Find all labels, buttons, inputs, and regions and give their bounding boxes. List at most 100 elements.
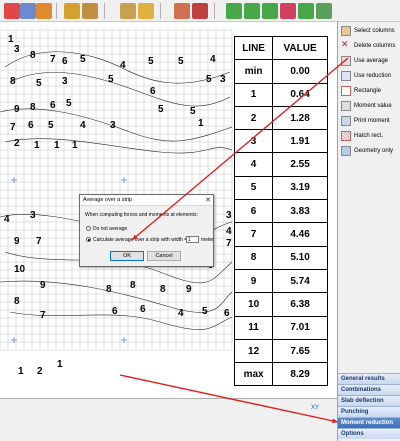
- svg-text:5: 5: [202, 306, 208, 317]
- use-average-label: Use average: [354, 58, 389, 64]
- hatch-rect-button[interactable]: Hatch rect.: [340, 129, 400, 143]
- moment-value-icon: [341, 101, 351, 111]
- slab-icon[interactable]: [174, 3, 190, 19]
- print-moment-button[interactable]: Print moment: [340, 114, 400, 128]
- svg-text:3: 3: [62, 76, 68, 87]
- rectangle-icon: [341, 86, 351, 96]
- zoom-prev-icon[interactable]: [298, 3, 314, 19]
- zoom-window-icon[interactable]: [280, 3, 296, 19]
- value-cell: 8.29: [272, 362, 328, 387]
- svg-text:6: 6: [140, 304, 146, 315]
- svg-text:6: 6: [28, 120, 34, 131]
- geometry-only-icon: [341, 146, 351, 156]
- svg-text:5: 5: [66, 98, 72, 109]
- select-columns-label: Select columns: [354, 28, 395, 34]
- svg-text:5: 5: [108, 74, 114, 85]
- svg-text:4: 4: [120, 60, 126, 71]
- moment-value-button[interactable]: Moment value: [340, 99, 400, 113]
- axis-icon[interactable]: [120, 3, 136, 19]
- svg-text:5: 5: [158, 104, 164, 115]
- hatch-rect-label: Hatch rect.: [354, 133, 384, 139]
- hatch-rect-icon: [341, 131, 351, 141]
- svg-text:8: 8: [10, 76, 16, 87]
- svg-text:1: 1: [34, 140, 40, 151]
- grid-icon[interactable]: [4, 3, 20, 19]
- rectangle-button[interactable]: Rectangle: [340, 84, 400, 98]
- svg-text:3: 3: [226, 210, 232, 221]
- rectangle-label: Rectangle: [354, 88, 382, 94]
- svg-text:1: 1: [72, 140, 78, 151]
- use-average-button[interactable]: Use average: [340, 54, 400, 68]
- funnel-icon[interactable]: [82, 3, 98, 19]
- svg-text:4: 4: [226, 226, 232, 237]
- value-header: VALUE: [272, 35, 328, 61]
- value-cell: 6.38: [272, 292, 328, 317]
- svg-text:8: 8: [14, 296, 20, 307]
- svg-text:3: 3: [14, 44, 20, 55]
- wall-icon[interactable]: [192, 3, 208, 19]
- svg-text:1: 1: [54, 140, 60, 151]
- table-row: 7 4.46: [233, 222, 328, 247]
- value-cell: 4.46: [272, 222, 328, 247]
- svg-text:6: 6: [62, 56, 68, 67]
- select-columns-button[interactable]: Select columns: [340, 24, 400, 38]
- ok-button[interactable]: OK: [110, 251, 144, 261]
- box-icon[interactable]: [36, 3, 52, 19]
- node-icon[interactable]: [20, 3, 36, 19]
- zoom-out-icon[interactable]: [244, 3, 260, 19]
- calc-average-label: Calculate average over a strip with widt…: [93, 237, 188, 243]
- line-cell: 6: [233, 199, 274, 224]
- section-options[interactable]: Options: [338, 428, 400, 439]
- close-icon[interactable]: ✕: [205, 195, 211, 206]
- calc-average-radio[interactable]: [86, 237, 91, 242]
- command-panel: Select columns ✕ Delete columns Use avera…: [337, 22, 400, 441]
- contour-lines: [0, 51, 233, 330]
- svg-text:7: 7: [50, 54, 56, 65]
- line-cell: 3: [233, 129, 274, 154]
- table-row: 10 6.38: [233, 292, 328, 317]
- zoom-in-icon[interactable]: [226, 3, 242, 19]
- no-average-radio[interactable]: [86, 226, 91, 231]
- dialog-description: When computing forces and moments at ele…: [85, 212, 198, 218]
- svg-text:8: 8: [30, 102, 36, 113]
- line-cell: 9: [233, 268, 274, 294]
- strip-width-input[interactable]: 1: [186, 236, 199, 243]
- value-cell: 0.00: [272, 59, 328, 84]
- svg-text:10: 10: [14, 264, 26, 275]
- svg-text:5: 5: [48, 120, 54, 131]
- section-combinations[interactable]: Combinations: [338, 384, 400, 395]
- section-general-results[interactable]: General results: [338, 373, 400, 384]
- section-moment-reduction[interactable]: Moment reduction: [338, 417, 400, 428]
- use-reduction-button[interactable]: Use reduction: [340, 69, 400, 83]
- layers-icon[interactable]: [316, 3, 332, 19]
- bottom-label: 1: [57, 359, 63, 370]
- geometry-only-button[interactable]: Geometry only: [340, 144, 400, 158]
- pipe-icon[interactable]: [64, 3, 80, 19]
- cancel-button[interactable]: Cancel: [147, 251, 181, 261]
- svg-text:1: 1: [198, 118, 204, 129]
- line-cell: 4: [233, 152, 274, 177]
- unit-label: meter: [201, 237, 214, 243]
- bottom-label: 1: [18, 366, 24, 377]
- value-cell: 3.83: [272, 199, 328, 224]
- delete-columns-button[interactable]: ✕ Delete columns: [340, 39, 400, 53]
- geometry-only-label: Geometry only: [354, 148, 394, 154]
- section-slab-deflection[interactable]: Slab deflection: [338, 395, 400, 406]
- value-cell: 1.28: [272, 105, 328, 131]
- table-row: max 8.29: [233, 362, 328, 387]
- svg-text:6: 6: [50, 100, 56, 111]
- table-row: 5 3.19: [233, 175, 328, 201]
- print-moment-label: Print moment: [354, 118, 390, 124]
- section-punching[interactable]: Punching: [338, 406, 400, 417]
- value-cell: 1.91: [272, 129, 328, 154]
- contour-legend-table: LINE VALUE min 0.00 1 0.64 2 1.28 3 1.91 4 2.…: [233, 35, 328, 387]
- svg-text:6: 6: [224, 308, 230, 319]
- table-row: min 0.00: [233, 59, 328, 84]
- line-cell: 11: [233, 315, 274, 340]
- axis-plane-icon[interactable]: [138, 3, 154, 19]
- toolbar-separator: [56, 3, 57, 19]
- zoom-all-icon[interactable]: [262, 3, 278, 19]
- table-row: 8 5.10: [233, 245, 328, 270]
- print-moment-icon: [341, 116, 351, 126]
- svg-text:9: 9: [14, 236, 20, 247]
